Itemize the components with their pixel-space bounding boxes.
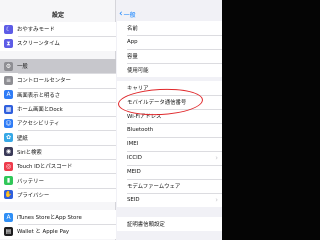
detail-row-label: Bluetooth [127,127,154,133]
sidebar-item-label: スクリーンタイム [17,41,60,48]
sidebar-item[interactable]: ▤ Wallet と Apple Pay [0,224,116,238]
detail-row-label: 名前 [127,26,138,32]
detail-row[interactable]: App [117,35,222,49]
sidebar-item-label: iTunes StoreとApp Store [17,215,82,222]
sidebar-item-label: Touch IDとパスコード [17,164,73,171]
sidebar-item-label: ホーム画面とDock [17,107,63,114]
detail-row-label: IMEI [127,141,139,147]
sidebar-item-label: 壁紙 [17,135,28,142]
sidebar-item[interactable]: ▦ ホーム画面とDock [0,101,116,116]
sidebar-item[interactable]: ✿ 壁紙 [0,130,116,144]
detail-row-label: 容量 [127,54,138,60]
detail-row[interactable]: 容量 [117,49,222,63]
sidebar-item-label: プライバシー [17,192,50,199]
detail-group-cert: 証明書信頼設定 [117,217,222,231]
sidebar-item-label: コントロールセンター [17,78,71,85]
sidebar-item[interactable]: A 画面表示と明るさ [0,87,116,102]
app-store-icon: A [4,212,13,222]
sidebar-group-main: ⚙ 一般 ≡ コントロールセンター A 画面表示と明るさ ▦ ホーム画面とDock ☺ アクセシビ… [0,59,116,202]
sidebar-item-label: Wallet と Apple Pay [17,229,70,236]
detail-row[interactable]: モデムファームウェア [117,179,222,193]
detail-row[interactable]: MEID [117,165,222,179]
detail-row[interactable]: Bluetooth [117,123,222,137]
sidebar-item-label: バッテリー [17,178,44,185]
sidebar-item[interactable]: ⧗ スクリーンタイム [0,36,116,50]
sidebar-item[interactable]: ⚙ 一般 [0,59,116,74]
sidebar-item[interactable]: ☾ おやすみモード [0,22,116,36]
sidebar-group-store: AiTunes StoreとApp Store ▤ Wallet と Apple P… [0,210,116,239]
back-label: 一般 [123,11,136,19]
chevron-right-icon: › [215,196,218,204]
gear-icon: ⚙ [4,61,13,71]
detail-row[interactable]: ICCID › [117,151,222,165]
device-bezel [222,0,320,240]
detail-row[interactable]: 名前 [117,21,222,35]
back-button[interactable]: ‹ 一般 [117,8,136,20]
grid-icon: ▦ [4,104,13,114]
detail-row[interactable]: 証明書信頼設定 [117,217,222,231]
wallpaper-icon: ✿ [4,133,13,143]
fingerprint-icon: ◎ [4,161,13,171]
siri-icon: ◉ [4,147,13,157]
wallet-icon: ▤ [4,226,13,236]
sidebar-item-label: Siriと検索 [17,149,42,156]
detail-row[interactable]: SEID › [117,193,222,207]
sidebar-item[interactable]: ◉ Siriと検索 [0,144,116,159]
sliders-icon: ≡ [4,75,13,85]
sidebar-item[interactable]: AiTunes StoreとApp Store [0,210,116,224]
sidebar-item[interactable]: ≡ コントロールセンター [0,73,116,87]
detail-row[interactable]: 使用可能 [117,63,222,77]
moon-icon: ☾ [4,24,13,34]
detail-row-label: App [127,39,138,45]
sidebar-item-label: 画面表示と明るさ [17,92,61,99]
detail-row-label: 証明書信頼設定 [127,222,165,228]
brightness-icon: A [4,90,13,100]
sidebar-item-label: 一般 [17,64,28,71]
general-about-pane: ‹ 一般 名前 App 容量 使用可能 キャリア モバイルデータ通信番号 Wi-Fiアドレ… [117,0,222,240]
detail-row-label: 使用可能 [127,68,149,74]
sidebar-item[interactable]: ▮ バッテリー [0,173,116,187]
sidebar-title: 設定 [51,12,64,19]
hourglass-icon: ⧗ [4,38,13,48]
sidebar-item[interactable]: ☺ アクセシビリティ [0,116,116,130]
settings-sidebar: 設定 ☾ おやすみモード ⧗ スクリーンタイム ⚙ 一般 ≡ コントロールセンター A 画面表示… [0,0,116,240]
detail-row-label: ICCID [127,155,142,161]
sidebar-item[interactable]: ◎ Touch IDとパスコード [0,159,116,173]
ipad-screen: 21:54 9月29日(火) 設定 ☾おやすみモード⧗スクリーンタイム ⚙一般≡… [0,0,222,240]
sidebar-item[interactable]: ✋ プライバシー [0,187,116,202]
detail-row-label: SEID [127,197,140,203]
battery-icon: ▮ [4,176,13,186]
sidebar-item-label: おやすみモード [17,27,55,34]
detail-row[interactable]: IMEI [117,137,222,151]
hand-icon: ✋ [4,190,13,200]
detail-row-label: モデムファームウェア [127,184,181,190]
sidebar-item-label: アクセシビリティ [17,121,60,128]
detail-row-label: MEID [127,169,141,175]
accessibility-icon: ☺ [4,118,13,128]
chevron-right-icon: › [215,154,218,162]
detail-group-info: 名前 App 容量使用可能 [117,21,222,77]
sidebar-group-focus: ☾ おやすみモード ⧗ スクリーンタイム [0,22,116,51]
chevron-left-icon: ‹ [119,9,123,19]
